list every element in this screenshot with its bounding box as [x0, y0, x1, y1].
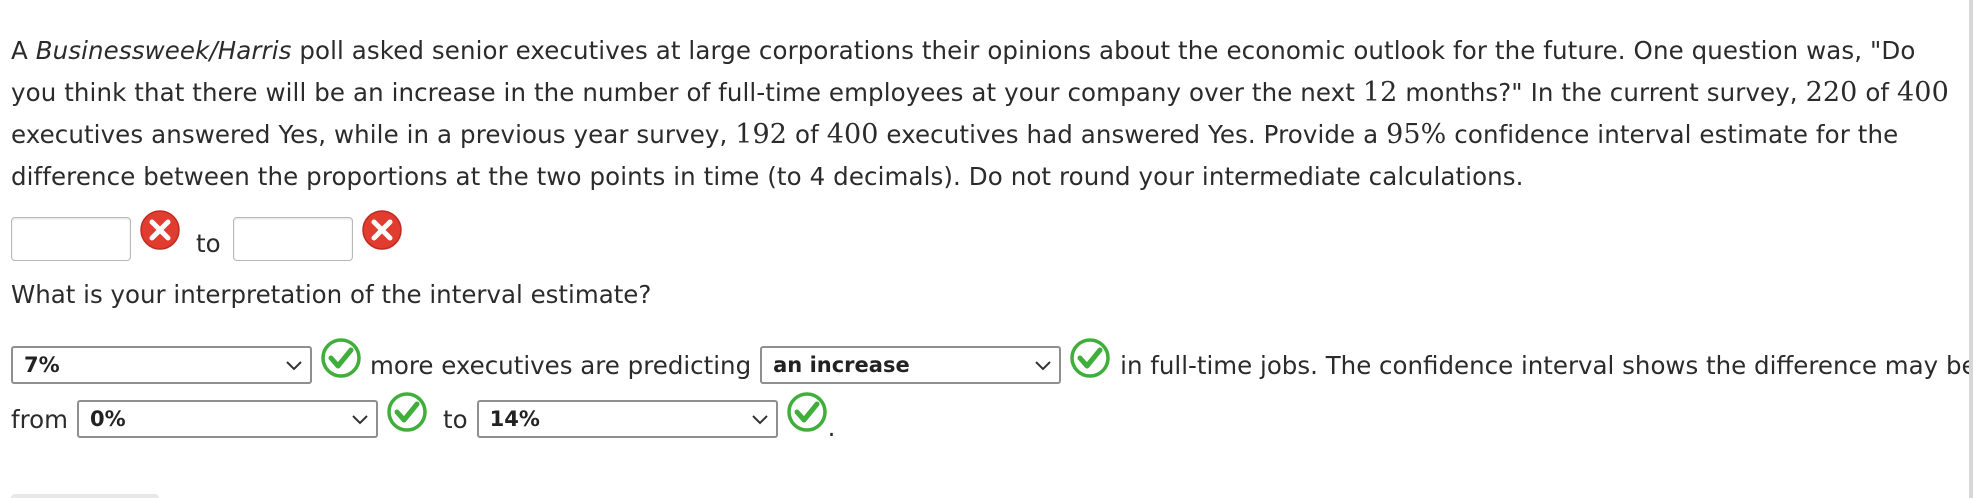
percent-sign: % [1420, 119, 1447, 150]
incorrect-icon [361, 209, 403, 251]
upper-bound-input[interactable] [232, 217, 353, 261]
source-name: Businessweek/Harris [35, 36, 292, 65]
selected-value: an increase [773, 353, 910, 377]
interval-answer-row: to [11, 210, 403, 262]
upper-percent-select[interactable]: 14% [476, 400, 778, 438]
from-label: from [11, 404, 69, 434]
check-icon [1069, 337, 1111, 379]
check-icon [320, 337, 362, 379]
interpretation-text-1: more executives are predicting [370, 350, 752, 380]
interpretation-text-2: in full-time jobs. The confidence interv… [1120, 350, 1973, 380]
direction-select[interactable]: an increase [760, 346, 1062, 384]
selected-value: 14% [489, 407, 540, 431]
interpretation-row-1: 7% more executives are predicting an inc… [11, 338, 1973, 388]
interpretation-row-2: from 0% to 14% . [11, 392, 836, 442]
scrollbar-edge [1969, 0, 1973, 498]
selected-value: 0% [90, 407, 126, 431]
current-yes-value: 220 [1805, 77, 1858, 108]
to-label: to [196, 228, 221, 258]
check-icon [786, 391, 828, 433]
previous-total-value: 400 [826, 119, 879, 150]
selected-value: 7% [24, 353, 60, 377]
next-button-edge[interactable] [11, 494, 159, 498]
chevron-down-icon [1033, 358, 1053, 372]
chevron-down-icon [350, 412, 370, 426]
months-value: 12 [1362, 77, 1398, 108]
to-label: to [443, 404, 468, 434]
lower-bound-input[interactable] [11, 217, 131, 261]
current-total-value: 400 [1897, 77, 1949, 108]
lower-percent-select[interactable]: 0% [77, 400, 379, 438]
check-icon [386, 391, 428, 433]
chevron-down-icon [750, 412, 770, 426]
incorrect-icon [139, 209, 181, 251]
end-period: . [827, 412, 836, 442]
previous-yes-value: 192 [735, 119, 788, 150]
question-text: A Businessweek/Harris poll asked senior … [11, 36, 1949, 191]
percent-difference-select[interactable]: 7% [11, 346, 312, 384]
interpretation-prompt: What is your interpretation of the inter… [11, 280, 652, 309]
chevron-down-icon [284, 358, 304, 372]
confidence-value: 95 [1386, 119, 1421, 150]
